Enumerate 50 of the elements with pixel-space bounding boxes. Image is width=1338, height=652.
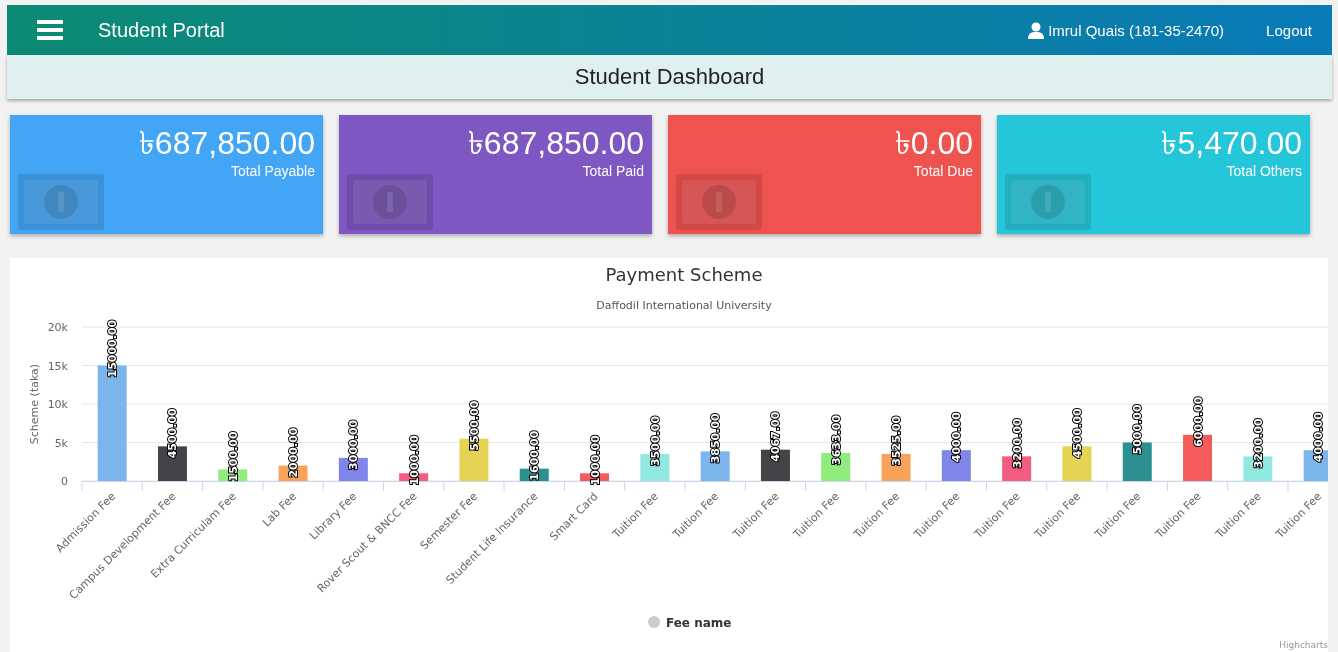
data-label: 4000.00 [1312,412,1326,463]
banknote-icon [676,174,762,230]
banknote-icon [347,174,433,230]
data-label: 4500.00 [1070,408,1084,459]
page-title: Student Dashboard [574,64,765,90]
data-label: 3850.00 [709,413,723,464]
amount: ৳5,470.00 [1161,125,1302,161]
axis-label: Lab Fee [259,489,300,530]
data-label: 3500.00 [648,415,662,467]
axis-title: Scheme (taka) [28,363,41,445]
card-label: Total Payable [230,163,315,179]
amount: ৳687,850.00 [467,125,644,161]
data-label: 4067.00 [769,411,783,462]
data-label: 15000.00 [106,319,120,378]
data-label: 4000.00 [950,412,964,463]
app-title: Student Portal [98,18,225,42]
banknote-icon [18,174,104,230]
axis-label: 10k [47,398,68,411]
data-label: 5000.00 [1131,404,1145,455]
axis-label: 15k [47,359,68,373]
amount: ৳687,850.00 [138,125,315,161]
credits-link[interactable]: Highcharts [1279,640,1328,650]
axis-label: 5k [54,436,68,450]
card-label: Total Due [913,163,973,179]
data-label: 5500.00 [467,400,481,451]
axis-label: 0 [61,475,68,488]
user-link[interactable]: Imrul Quais (181-35-2470) [1048,21,1225,39]
chart-subtitle: Daffodil International University [596,299,772,312]
axis-label: 20k [47,321,68,334]
data-label: 1600.00 [528,430,542,481]
data-label: 1000.00 [588,435,602,486]
data-label: 3200.00 [1010,418,1024,469]
legend-item[interactable]: Fee name [648,616,732,630]
logout-link[interactable]: Logout [1266,21,1312,39]
data-label: 4500.00 [166,408,180,459]
banknote-icon [1005,174,1091,230]
data-label: 3200.00 [1251,418,1265,469]
data-label: 2000.00 [287,427,301,478]
data-label: 6000.00 [1191,396,1205,447]
amount: ৳0.00 [894,125,973,161]
card-label: Total Others [1226,163,1302,179]
card-label: Total Paid [582,163,644,179]
data-label: 1000.00 [407,435,421,486]
data-label: 3000.00 [347,419,361,470]
data-label: 3633.00 [829,414,843,466]
data-label: 3525.00 [890,415,904,466]
menu-icon[interactable] [37,20,63,40]
chart-title: Payment Scheme [605,264,763,285]
data-label: 1500.00 [226,431,240,482]
user-icon [1028,21,1045,39]
